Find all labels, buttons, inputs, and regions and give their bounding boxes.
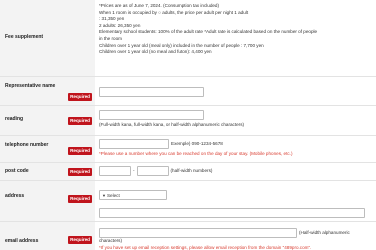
reading-value-cell: (Full-width kana, full-width kana, or ha… <box>95 105 376 136</box>
telephone-row: telephone number Required Exemple) 090-1… <box>0 135 376 163</box>
reservation-form: Fee supplement *Prices are as of June 7,… <box>0 0 376 250</box>
fee-line: : 31,350 yen <box>99 16 125 22</box>
prefecture-select-value: Select <box>106 192 120 198</box>
telephone-value-cell: Exemple) 090-1234-5678 *Please use a num… <box>95 135 376 163</box>
required-badge: Required <box>68 146 92 155</box>
representative-name-input[interactable] <box>99 87 204 98</box>
postcode-second-input[interactable] <box>136 165 169 176</box>
representative-row: Representative name Required <box>0 76 376 106</box>
fee-label-cell: Fee supplement <box>0 0 95 77</box>
fee-line: Elementary school students: 100% of the … <box>99 29 318 35</box>
postcode-first-input[interactable] <box>99 165 131 176</box>
postcode-label-cell: post code Required <box>0 162 95 181</box>
postcode-value-cell: - (half-width numbers) <box>95 162 376 181</box>
reading-label-cell: reading Required <box>0 105 95 136</box>
fee-line: in the room <box>99 35 122 41</box>
telephone-input[interactable] <box>99 138 169 149</box>
email-note: (Half-width alphanumeric <box>299 230 350 235</box>
telephone-example: Exemple) 090-1234-5678 <box>171 141 223 146</box>
required-badge: Required <box>68 92 92 101</box>
postcode-note: (half-width numbers) <box>170 168 213 173</box>
telephone-warning: *Please use a number where you can be re… <box>99 150 293 156</box>
fee-line: Children over 1 year old (meal only) inc… <box>99 42 264 48</box>
postcode-line: - (half-width numbers) <box>99 165 373 176</box>
telephone-label-cell: telephone number Required <box>0 135 95 163</box>
address-value-cell: ▼ Select <box>95 180 376 222</box>
fee-value-cell: *Prices are as of June 7, 2024. (Consump… <box>95 0 376 77</box>
email-note-cont: characters) <box>99 237 122 243</box>
email-line: (Half-width alphanumeric <box>99 227 373 238</box>
email-label-cell: email address Required <box>0 221 95 250</box>
reading-row: reading Required (Full-width kana, full-… <box>0 105 376 136</box>
reading-input[interactable] <box>99 109 204 120</box>
address-row: address Required ▼ Select <box>0 180 376 222</box>
representative-label: Representative name <box>5 82 56 89</box>
required-badge: Required <box>68 235 92 244</box>
email-warning: *If you have set up email reception sett… <box>99 244 312 250</box>
email-row: email address Required (Half-width alpha… <box>0 221 376 250</box>
address-label-cell: address Required <box>0 180 95 222</box>
required-badge: Required <box>68 116 92 125</box>
fee-details: *Prices are as of June 7, 2024. (Consump… <box>99 3 373 56</box>
fee-line: When 1 room is occupied by ○ adults, the… <box>99 9 249 15</box>
fee-line: 2 adults: 26,350 yen <box>99 22 141 28</box>
postcode-row: post code Required - (half-width numbers… <box>0 162 376 181</box>
fee-label: Fee supplement <box>5 34 44 41</box>
fee-row: Fee supplement *Prices are as of June 7,… <box>0 0 376 77</box>
representative-label-cell: Representative name Required <box>0 76 95 106</box>
fee-line: *Prices are as of June 7, 2024. (Consump… <box>99 3 220 8</box>
required-badge: Required <box>68 167 92 176</box>
address-input[interactable] <box>99 207 365 218</box>
required-badge: Required <box>68 194 92 203</box>
prefecture-select[interactable]: ▼ Select <box>99 190 167 200</box>
representative-value-cell <box>95 76 376 106</box>
email-value-cell: (Half-width alphanumeric characters) *If… <box>95 221 376 250</box>
email-input[interactable] <box>99 227 297 238</box>
fee-line: Children over 1 year old (no meal and fu… <box>99 49 212 55</box>
postcode-separator: - <box>133 168 135 173</box>
telephone-line: Exemple) 090-1234-5678 <box>99 138 373 149</box>
reading-note: (Full-width kana, full-width kana, or ha… <box>99 121 245 127</box>
dropdown-arrow-icon: ▼ <box>102 192 106 198</box>
